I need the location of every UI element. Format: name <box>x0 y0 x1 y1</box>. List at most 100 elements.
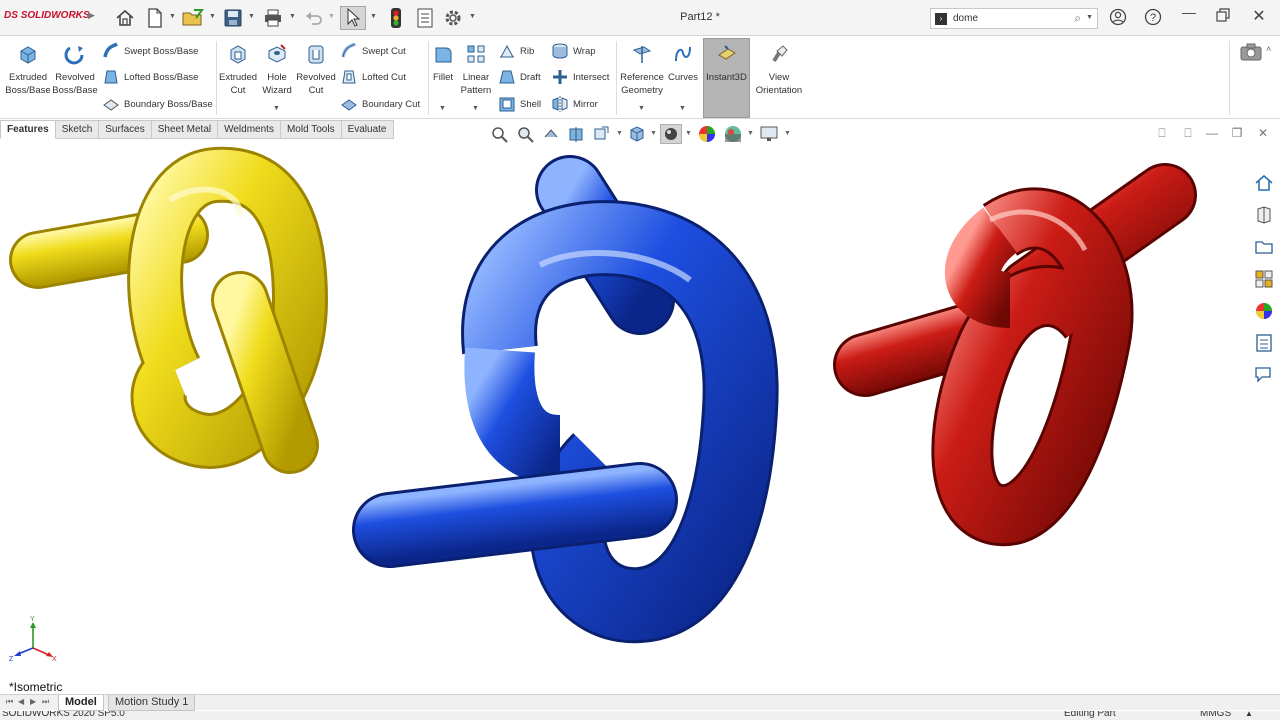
lofted-boss-button[interactable]: Lofted Boss/Base <box>102 67 198 87</box>
boundary-cut-button[interactable]: Boundary Cut <box>340 94 420 114</box>
tab-sketch[interactable]: Sketch <box>55 120 100 139</box>
units-indicator[interactable]: MMGS <box>1200 711 1231 719</box>
mirror-button[interactable]: Mirror <box>551 94 598 114</box>
boundary-boss-button[interactable]: Boundary Boss/Base <box>102 94 213 114</box>
appearances-scenes-icon[interactable] <box>1251 298 1277 324</box>
tab-features[interactable]: Features <box>0 120 56 139</box>
save-dropdown-caret-icon[interactable]: ▼ <box>248 13 255 20</box>
tab-weldments[interactable]: Weldments <box>218 120 281 139</box>
lofted-cut-button[interactable]: Lofted Cut <box>340 67 406 87</box>
file-properties-icon[interactable] <box>414 6 436 30</box>
tab-motion-study-1[interactable]: Motion Study 1 <box>108 695 196 711</box>
view-settings-dropdown-caret-icon[interactable]: ▼ <box>784 130 791 137</box>
rebuild-traffic-light-icon[interactable] <box>385 6 407 30</box>
extruded-boss-button[interactable]: Extruded Boss/Base <box>4 43 52 97</box>
next-tab-arrow-icon[interactable]: ▶ <box>30 697 36 706</box>
search-input[interactable] <box>953 11 1073 26</box>
home-icon[interactable] <box>114 6 136 30</box>
fillet-button[interactable]: Fillet <box>430 43 456 84</box>
camera-icon[interactable] <box>1240 43 1262 64</box>
solidworks-logo[interactable]: DS SOLIDWORKS <box>4 10 90 21</box>
help-icon[interactable]: ? <box>1143 8 1163 29</box>
restore-icon[interactable] <box>1213 8 1233 25</box>
tab-evaluate[interactable]: Evaluate <box>341 120 394 139</box>
search-dropdown-caret-icon[interactable]: ▼ <box>1086 14 1093 21</box>
viewport-minimize-icon[interactable]: — <box>1203 126 1221 140</box>
viewport-expand-right-icon[interactable]: ⎕ <box>1179 126 1197 141</box>
lofted-boss-label: Lofted Boss/Base <box>124 71 199 83</box>
tab-mold-tools[interactable]: Mold Tools <box>280 120 342 139</box>
viewport-close-icon[interactable]: ✕ <box>1254 126 1272 140</box>
display-style-dropdown-caret-icon[interactable]: ▼ <box>685 130 692 137</box>
view-orientation-button[interactable]: View Orientation <box>752 43 806 97</box>
extruded-cut-icon <box>230 45 246 64</box>
curves-dropdown-caret-icon[interactable]: ▼ <box>679 105 686 112</box>
search-box[interactable]: › ⌕ ▼ <box>930 8 1098 29</box>
user-account-icon[interactable] <box>1108 8 1128 29</box>
extruded-cut-label: Extruded Cut <box>218 72 258 96</box>
draft-button[interactable]: Draft <box>498 67 541 87</box>
units-dropdown-caret-icon[interactable]: ▲ <box>1245 711 1253 718</box>
file-explorer-icon[interactable] <box>1251 234 1277 260</box>
menu-expand-arrow-icon[interactable]: ▶ <box>88 10 95 21</box>
viewport-collapse-left-icon[interactable]: ⎕ <box>1153 126 1171 141</box>
pattern-dropdown-caret-icon[interactable]: ▼ <box>472 105 479 112</box>
minimize-icon[interactable]: — <box>1179 4 1199 20</box>
save-icon[interactable] <box>222 6 244 30</box>
select-pointer-icon[interactable] <box>340 6 366 30</box>
tab-surfaces[interactable]: Surfaces <box>99 120 152 139</box>
red-knot-model[interactable] <box>833 163 1197 547</box>
revolved-cut-button[interactable]: Revolved Cut <box>296 43 336 97</box>
tab-sheet-metal[interactable]: Sheet Metal <box>151 120 219 139</box>
hole-wizard-label: Hole Wizard <box>262 72 292 96</box>
swept-cut-button[interactable]: Swept Cut <box>340 41 406 61</box>
graphics-area[interactable] <box>0 140 1240 680</box>
viewport-restore-icon[interactable]: ❐ <box>1228 126 1246 140</box>
ribbon-collapse-icon[interactable]: ˄ <box>1266 44 1271 54</box>
reference-geometry-dropdown-caret-icon[interactable]: ▼ <box>638 105 645 112</box>
linear-pattern-button[interactable]: Linear Pattern <box>458 43 494 97</box>
close-icon[interactable]: ✕ <box>1249 6 1269 26</box>
solidworks-resources-icon[interactable] <box>1251 170 1277 196</box>
view-palette-icon[interactable] <box>1251 266 1277 292</box>
print-icon[interactable] <box>261 6 285 30</box>
fillet-dropdown-caret-icon[interactable]: ▼ <box>439 105 446 112</box>
last-tab-arrow-icon[interactable]: ⏭ <box>42 697 49 707</box>
custom-properties-icon[interactable] <box>1251 330 1277 356</box>
select-dropdown-caret-icon[interactable]: ▼ <box>370 13 377 20</box>
print-dropdown-caret-icon[interactable]: ▼ <box>289 13 296 20</box>
search-icon[interactable]: ⌕ <box>1074 11 1081 26</box>
open-dropdown-caret-icon[interactable]: ▼ <box>209 13 216 20</box>
orientation-dropdown-caret-icon[interactable]: ▼ <box>650 130 657 137</box>
revolved-boss-button[interactable]: Revolved Boss/Base <box>52 43 98 97</box>
shell-button[interactable]: Shell <box>498 94 541 114</box>
new-document-icon[interactable] <box>145 6 165 30</box>
yellow-knot-model[interactable] <box>9 146 329 474</box>
annotation-dropdown-caret-icon[interactable]: ▼ <box>616 130 623 137</box>
hole-wizard-dropdown-caret-icon[interactable]: ▼ <box>273 105 280 112</box>
swept-cut-icon <box>341 42 356 58</box>
hole-wizard-button[interactable]: Hole Wizard <box>258 43 296 97</box>
swept-boss-button[interactable]: Swept Boss/Base <box>102 41 198 61</box>
previous-tab-arrow-icon[interactable]: ◀ <box>18 697 24 706</box>
linear-pattern-icon <box>467 45 485 63</box>
open-folder-icon[interactable] <box>181 6 205 30</box>
intersect-button[interactable]: Intersect <box>551 67 609 87</box>
undo-dropdown-caret-icon[interactable]: ▼ <box>328 13 335 20</box>
design-library-icon[interactable] <box>1251 202 1277 228</box>
forum-chat-icon[interactable] <box>1251 362 1277 388</box>
wrap-button[interactable]: Wrap <box>551 41 596 61</box>
new-dropdown-caret-icon[interactable]: ▼ <box>169 13 176 20</box>
scene-dropdown-caret-icon[interactable]: ▼ <box>747 130 754 137</box>
options-dropdown-caret-icon[interactable]: ▼ <box>469 13 476 20</box>
options-gear-icon[interactable] <box>442 6 464 30</box>
extruded-cut-button[interactable]: Extruded Cut <box>218 43 258 97</box>
curves-button[interactable]: Curves <box>666 43 700 84</box>
undo-icon[interactable] <box>303 6 325 30</box>
z-axis-label: Z <box>9 656 14 663</box>
tab-model[interactable]: Model <box>58 695 104 711</box>
blue-knot-model[interactable] <box>352 155 779 644</box>
first-tab-arrow-icon[interactable]: ⏮ <box>6 697 13 707</box>
reference-geometry-button[interactable]: Reference Geometry <box>618 43 666 97</box>
rib-button[interactable]: Rib <box>498 41 534 61</box>
